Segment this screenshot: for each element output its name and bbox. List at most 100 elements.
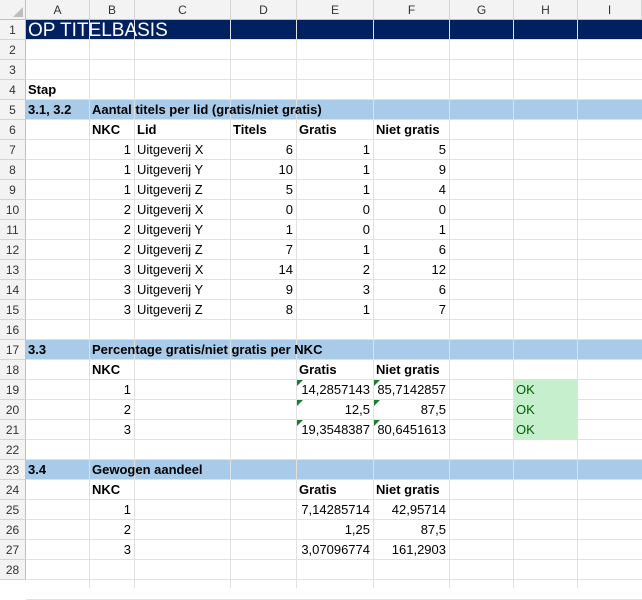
nkc-cell[interactable]: 2 xyxy=(90,200,135,220)
niet-gratis-cell[interactable]: 5 xyxy=(374,140,450,160)
s3-header-nkc[interactable]: NKC xyxy=(90,480,134,500)
nkc-cell[interactable]: 1 xyxy=(90,380,135,400)
section3-heading[interactable]: Gewogen aandeel xyxy=(90,460,410,480)
row-header-13[interactable]: 13 xyxy=(0,260,26,280)
gratis-cell[interactable]: 1 xyxy=(297,180,374,200)
row-header-9[interactable]: 9 xyxy=(0,180,26,200)
row-header-17[interactable]: 17 xyxy=(0,340,26,360)
gratis-cell[interactable]: 2 xyxy=(297,260,374,280)
row-header-8[interactable]: 8 xyxy=(0,160,26,180)
titels-cell[interactable]: 5 xyxy=(231,180,297,200)
gratis-cell[interactable]: 1 xyxy=(297,160,374,180)
column-header-i[interactable]: I xyxy=(578,0,642,20)
gewogen-niet-gratis-cell[interactable]: 87,5 xyxy=(374,520,450,540)
row-header-7[interactable]: 7 xyxy=(0,140,26,160)
gewogen-gratis-cell[interactable]: 1,25 xyxy=(297,520,374,540)
row-header-16[interactable]: 16 xyxy=(0,320,26,340)
section2-heading[interactable]: Percentage gratis/niet gratis per NKC xyxy=(90,340,410,360)
column-header-b[interactable]: B xyxy=(90,0,135,20)
gratis-cell[interactable]: 0 xyxy=(297,220,374,240)
s1-header-gratis[interactable]: Gratis xyxy=(297,120,373,140)
row-header-26[interactable]: 26 xyxy=(0,520,26,540)
row-header-28[interactable]: 28 xyxy=(0,560,26,580)
nkc-cell[interactable]: 2 xyxy=(90,520,135,540)
check-ok-cell[interactable]: OK xyxy=(514,400,577,420)
row-header-21[interactable]: 21 xyxy=(0,420,26,440)
row-header-20[interactable]: 20 xyxy=(0,400,26,420)
column-header-h[interactable]: H xyxy=(514,0,578,20)
niet-gratis-cell[interactable]: 0 xyxy=(374,200,450,220)
niet-gratis-cell[interactable]: 6 xyxy=(374,280,450,300)
s2-header-nkc[interactable]: NKC xyxy=(90,360,134,380)
section2-step[interactable]: 3.3 xyxy=(26,340,89,360)
row-header-25[interactable]: 25 xyxy=(0,500,26,520)
s1-header-lid[interactable]: Lid xyxy=(135,120,230,140)
lid-cell[interactable]: Uitgeverij Z xyxy=(135,300,231,320)
niet-gratis-pct-cell[interactable]: 85,7142857 xyxy=(374,380,450,400)
nkc-cell[interactable]: 1 xyxy=(90,500,135,520)
lid-cell[interactable]: Uitgeverij Y xyxy=(135,280,231,300)
section1-step[interactable]: 3.1, 3.2 xyxy=(26,100,89,120)
section3-step[interactable]: 3.4 xyxy=(26,460,89,480)
lid-cell[interactable]: Uitgeverij X xyxy=(135,200,231,220)
cell-grid[interactable]: OP TITELBASIS Stap 3.1, 3.2 Aantal titel… xyxy=(26,20,642,600)
lid-cell[interactable]: Uitgeverij Z xyxy=(135,180,231,200)
column-header-c[interactable]: C xyxy=(135,0,231,20)
nkc-cell[interactable]: 3 xyxy=(90,420,135,440)
s2-header-niet-gratis[interactable]: Niet gratis xyxy=(374,360,450,380)
column-header-f[interactable]: F xyxy=(374,0,450,20)
gratis-pct-cell[interactable]: 14,2857143 xyxy=(297,380,374,400)
titels-cell[interactable]: 1 xyxy=(231,220,297,240)
s1-header-titels[interactable]: Titels xyxy=(231,120,296,140)
column-header-d[interactable]: D xyxy=(231,0,297,20)
row-header-15[interactable]: 15 xyxy=(0,300,26,320)
titels-cell[interactable]: 14 xyxy=(231,260,297,280)
lid-cell[interactable]: Uitgeverij X xyxy=(135,260,231,280)
row-header-2[interactable]: 2 xyxy=(0,40,26,60)
row-header-24[interactable]: 24 xyxy=(0,480,26,500)
check-ok-cell[interactable]: OK xyxy=(514,380,577,400)
gewogen-gratis-cell[interactable]: 7,14285714 xyxy=(297,500,374,520)
niet-gratis-cell[interactable]: 1 xyxy=(374,220,450,240)
lid-cell[interactable]: Uitgeverij Y xyxy=(135,160,231,180)
gratis-pct-cell[interactable]: 12,5 xyxy=(297,400,374,420)
lid-cell[interactable]: Uitgeverij Z xyxy=(135,240,231,260)
gratis-cell[interactable]: 0 xyxy=(297,200,374,220)
row-header-19[interactable]: 19 xyxy=(0,380,26,400)
s2-header-gratis[interactable]: Gratis xyxy=(297,360,373,380)
lid-cell[interactable]: Uitgeverij Y xyxy=(135,220,231,240)
niet-gratis-cell[interactable]: 12 xyxy=(374,260,450,280)
nkc-cell[interactable]: 3 xyxy=(90,260,135,280)
row-header-14[interactable]: 14 xyxy=(0,280,26,300)
titels-cell[interactable]: 7 xyxy=(231,240,297,260)
nkc-cell[interactable]: 3 xyxy=(90,300,135,320)
s1-header-nkc[interactable]: NKC xyxy=(90,120,134,140)
column-header-g[interactable]: G xyxy=(450,0,514,20)
nkc-cell[interactable]: 1 xyxy=(90,160,135,180)
row-header-23[interactable]: 23 xyxy=(0,460,26,480)
s3-header-gratis[interactable]: Gratis xyxy=(297,480,373,500)
gewogen-gratis-cell[interactable]: 3,07096774 xyxy=(297,540,374,560)
row-header-6[interactable]: 6 xyxy=(0,120,26,140)
niet-gratis-pct-cell[interactable]: 80,6451613 xyxy=(374,420,450,440)
row-header-27[interactable]: 27 xyxy=(0,540,26,560)
row-header-4[interactable]: 4 xyxy=(0,80,26,100)
nkc-cell[interactable]: 2 xyxy=(90,400,135,420)
row-header-5[interactable]: 5 xyxy=(0,100,26,120)
nkc-cell[interactable]: 3 xyxy=(90,540,135,560)
row-header-22[interactable]: 22 xyxy=(0,440,26,460)
gewogen-niet-gratis-cell[interactable]: 42,95714 xyxy=(374,500,450,520)
row-header-12[interactable]: 12 xyxy=(0,240,26,260)
row-header-3[interactable]: 3 xyxy=(0,60,26,80)
titels-cell[interactable]: 0 xyxy=(231,200,297,220)
lid-cell[interactable]: Uitgeverij X xyxy=(135,140,231,160)
row-header-1[interactable]: 1 xyxy=(0,20,26,40)
row-header-18[interactable]: 18 xyxy=(0,360,26,380)
titels-cell[interactable]: 10 xyxy=(231,160,297,180)
nkc-cell[interactable]: 2 xyxy=(90,220,135,240)
titels-cell[interactable]: 8 xyxy=(231,300,297,320)
gratis-cell[interactable]: 1 xyxy=(297,240,374,260)
gratis-cell[interactable]: 1 xyxy=(297,140,374,160)
niet-gratis-cell[interactable]: 4 xyxy=(374,180,450,200)
s1-header-niet-gratis[interactable]: Niet gratis xyxy=(374,120,450,140)
